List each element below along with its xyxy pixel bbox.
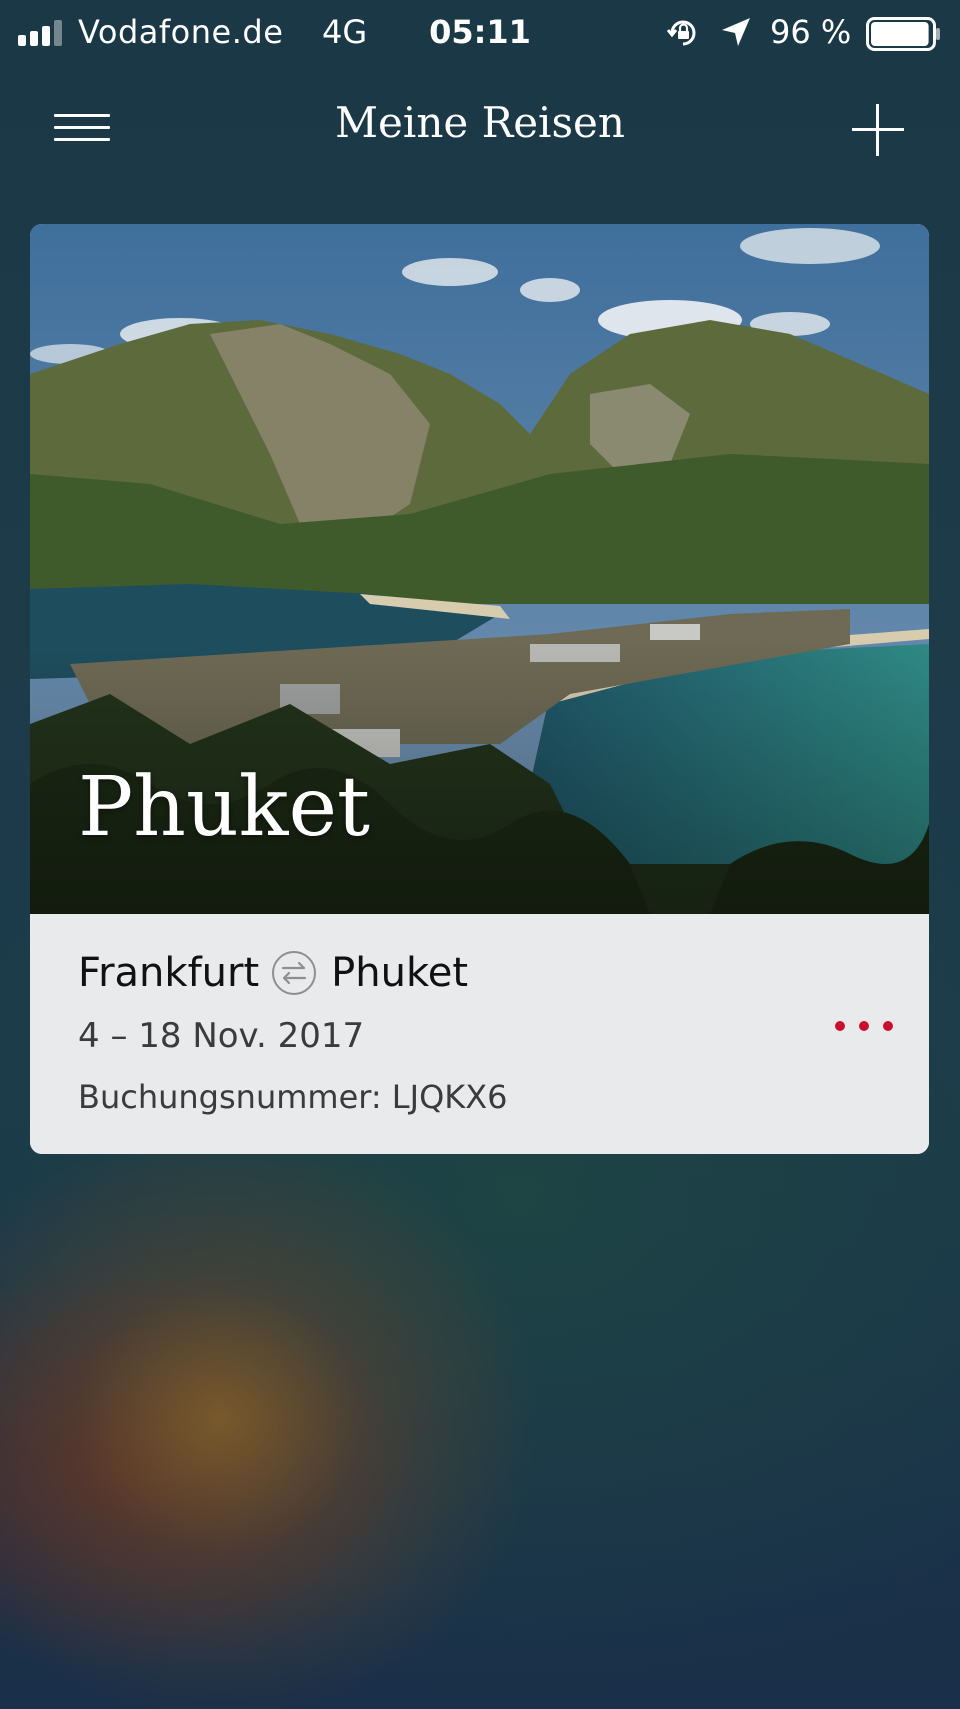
trip-route: Frankfurt Phuket (78, 948, 468, 998)
rotation-lock-icon (666, 20, 696, 46)
battery-percentage: 96 % (770, 13, 852, 51)
page-title: Meine Reisen (335, 98, 625, 147)
round-trip-arrows-icon (272, 951, 317, 995)
origin-city: Frankfurt (78, 950, 260, 996)
booking-number: Buchungsnummer: LJQKX6 (78, 1078, 508, 1116)
trip-info-panel: Frankfurt Phuket 4 – 18 Nov. 2017 Buchun… (30, 914, 929, 1154)
status-bar: Vodafone.de 4G 05:11 96 % (0, 0, 960, 64)
add-trip-button[interactable] (852, 104, 904, 156)
destination-title: Phuket (78, 760, 370, 855)
more-options-button[interactable] (830, 1006, 900, 1046)
destination-city: Phuket (331, 950, 468, 996)
location-arrow-icon (722, 18, 750, 46)
more-dots-icon (835, 1021, 845, 1031)
trip-dates: 4 – 18 Nov. 2017 (78, 1016, 365, 1056)
trip-card[interactable]: Phuket Frankfurt Phuket 4 – 18 Nov. 2017… (30, 224, 929, 1154)
battery-icon (866, 17, 940, 51)
